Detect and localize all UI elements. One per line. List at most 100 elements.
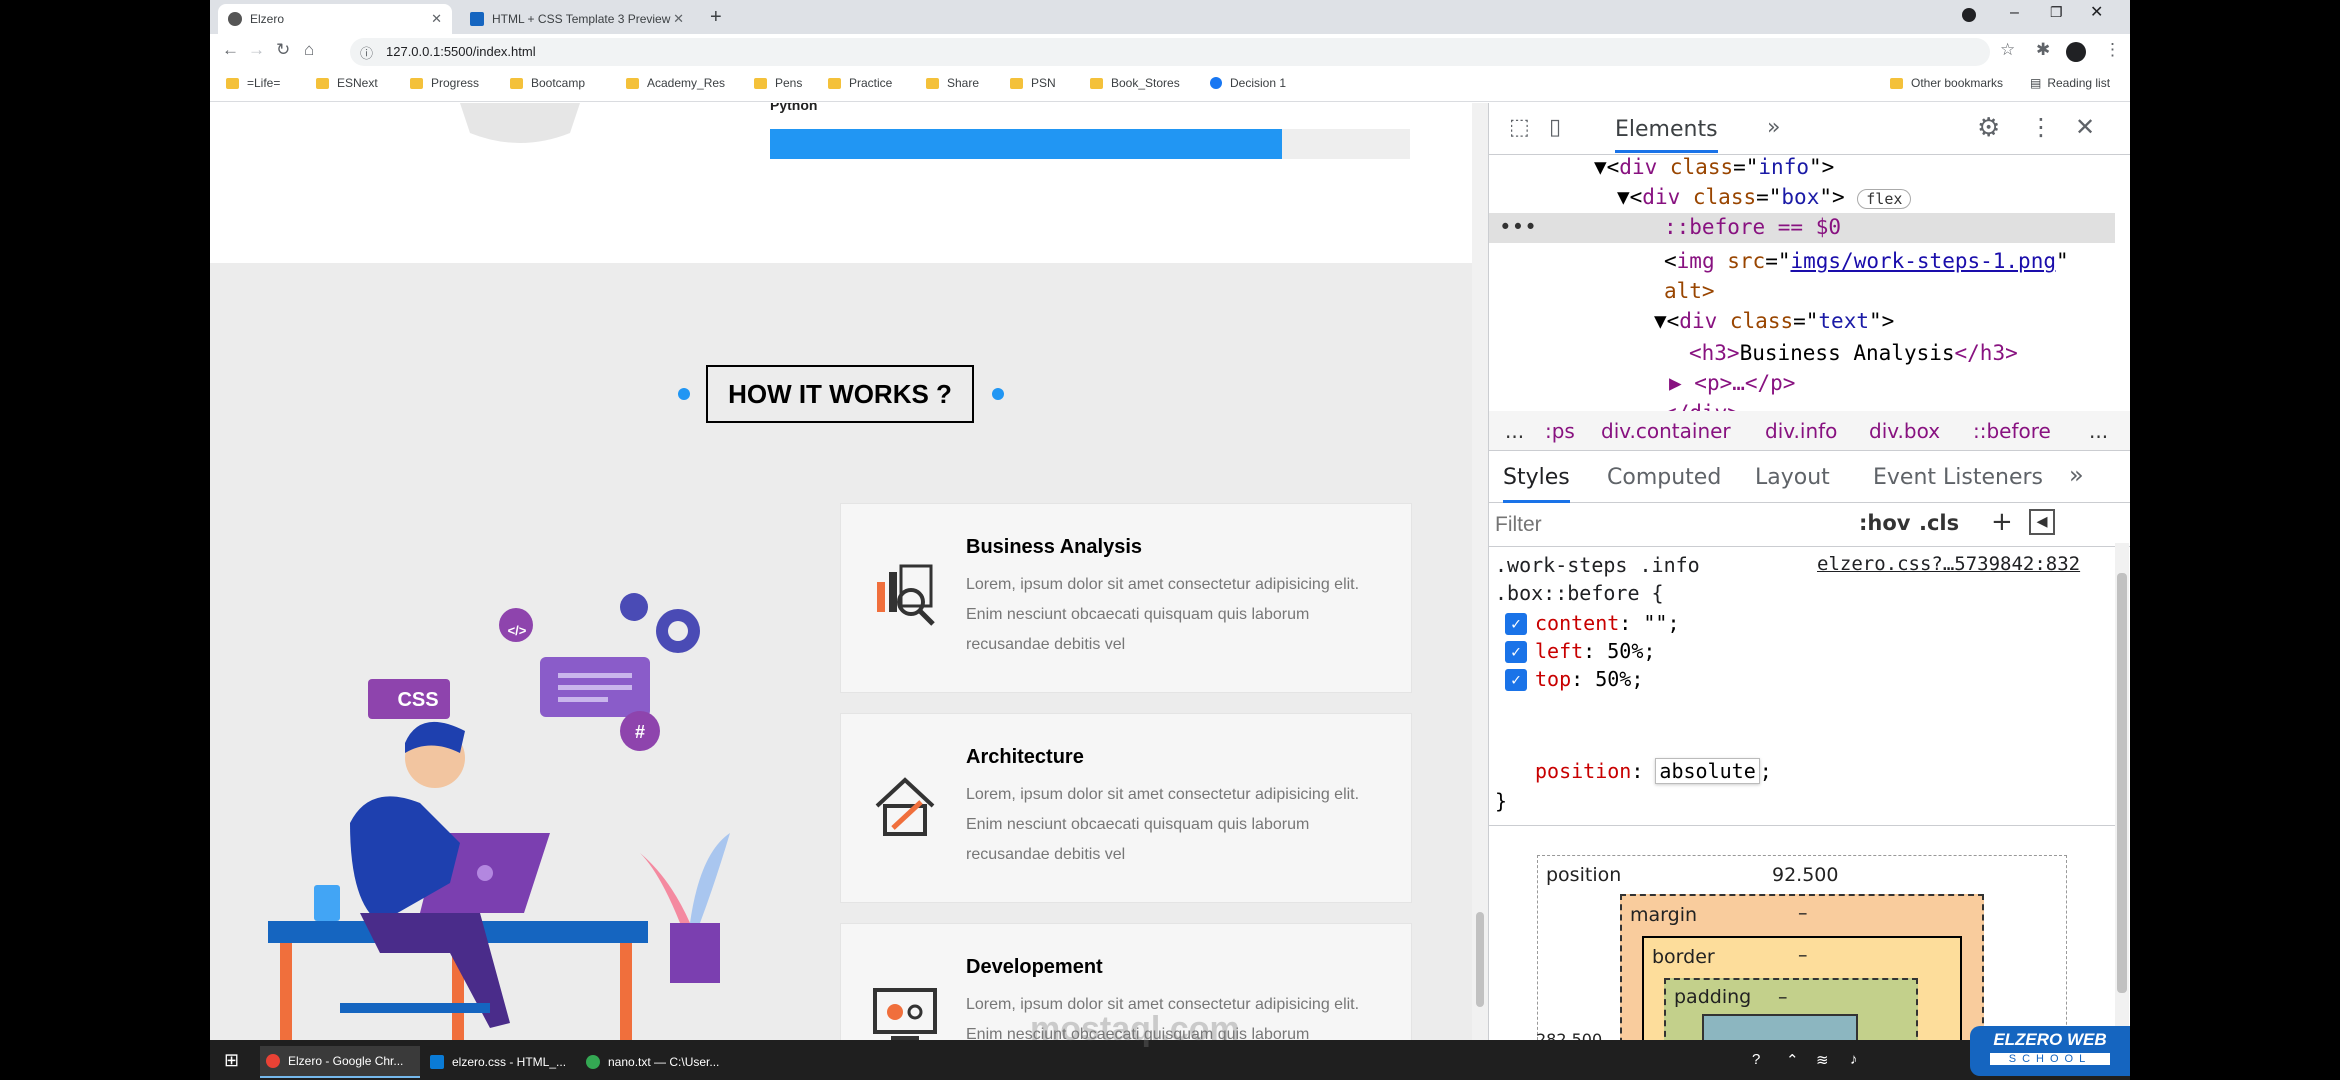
bookmark-bootcamp[interactable]: Bootcamp bbox=[510, 76, 585, 90]
dom-node-before[interactable]: ::before == $0 bbox=[1664, 215, 1841, 239]
dom-node-info[interactable]: ▼<div class="info"> bbox=[1594, 155, 1834, 179]
close-devtools-icon[interactable]: ✕ bbox=[2075, 113, 2095, 141]
page-scrollbar-thumb[interactable] bbox=[1476, 912, 1484, 1007]
close-tab-icon[interactable]: ✕ bbox=[431, 11, 442, 27]
address-bar[interactable]: 127.0.0.1:5500/index.html bbox=[350, 38, 1990, 66]
other-bookmarks[interactable]: Other bookmarks bbox=[1890, 76, 2003, 90]
breadcrumb-item[interactable]: div.box bbox=[1869, 419, 1940, 443]
bookmark-psn[interactable]: PSN bbox=[1010, 76, 1056, 90]
border-value[interactable]: – bbox=[1798, 944, 1808, 966]
devtools-menu-icon[interactable]: ⋮ bbox=[2029, 113, 2053, 141]
dom-node-box[interactable]: ▼<div class="box"> flex bbox=[1617, 185, 1912, 209]
rule-selector[interactable]: .work-steps .info bbox=[1495, 553, 1700, 577]
divider bbox=[1489, 825, 2115, 826]
new-rule-icon[interactable]: + bbox=[1991, 507, 2013, 537]
settings-icon[interactable]: ⚙ bbox=[1977, 113, 2000, 143]
position-value-editor[interactable]: absolute bbox=[1655, 758, 1760, 784]
page-scrollbar[interactable] bbox=[1472, 103, 1488, 1040]
rule-source-link[interactable]: elzero.css?…5739842:832 bbox=[1817, 553, 2080, 575]
breadcrumb-item[interactable]: div.info bbox=[1765, 419, 1837, 443]
site-info-icon[interactable]: ⓘ bbox=[360, 43, 373, 62]
hov-toggle[interactable]: :hov bbox=[1859, 511, 1910, 535]
more-tabs-icon[interactable]: » bbox=[1767, 115, 1780, 140]
terminal-icon bbox=[586, 1055, 600, 1069]
styles-filter-input[interactable] bbox=[1495, 509, 1825, 541]
architecture-icon bbox=[875, 777, 935, 836]
bookmark-academy-res[interactable]: Academy_Res bbox=[626, 76, 725, 90]
bookmark-progress[interactable]: Progress bbox=[410, 76, 479, 90]
star-icon[interactable]: ☆ bbox=[2000, 40, 2015, 60]
css-badge: CSS bbox=[397, 688, 439, 711]
tab-elements[interactable]: Elements bbox=[1615, 117, 1718, 153]
wifi-icon[interactable]: ≋ bbox=[1816, 1051, 1829, 1069]
dom-node-img[interactable]: <img src="imgs/work-steps-1.png" bbox=[1664, 249, 2069, 273]
margin-value[interactable]: – bbox=[1798, 902, 1808, 924]
rule-left[interactable]: left: 50%; bbox=[1535, 639, 1655, 663]
toggle-sidebar-icon[interactable]: ◂ bbox=[2029, 509, 2055, 535]
taskbar-chrome[interactable]: Elzero - Google Chr... bbox=[260, 1046, 420, 1078]
breadcrumb-item[interactable]: div.container bbox=[1601, 419, 1731, 443]
bookmark-book-stores[interactable]: Book_Stores bbox=[1090, 76, 1180, 90]
rule-position[interactable]: position: absolute; bbox=[1535, 758, 1772, 784]
rule-checkbox-left[interactable]: ✓ bbox=[1505, 641, 1527, 663]
reading-list-icon: ▤ bbox=[2030, 76, 2042, 90]
profile-icon[interactable] bbox=[1962, 8, 1976, 22]
tab-event-listeners[interactable]: Event Listeners bbox=[1873, 465, 2043, 490]
device-toggle-icon[interactable]: ▯ bbox=[1549, 115, 1561, 140]
breadcrumb-more[interactable]: ... bbox=[1505, 419, 1524, 443]
breadcrumb-more[interactable]: ... bbox=[2089, 419, 2108, 443]
taskbar-nano[interactable]: nano.txt — C:\User... bbox=[580, 1046, 740, 1078]
bookmark-practice[interactable]: Practice bbox=[828, 76, 892, 90]
styles-scrollbar-thumb[interactable] bbox=[2117, 573, 2127, 993]
tab-styles[interactable]: Styles bbox=[1503, 465, 1570, 503]
screen: Elzero ✕ HTML + CSS Template 3 Preview ✕… bbox=[210, 0, 2130, 1080]
forward-icon[interactable]: → bbox=[248, 40, 265, 60]
development-icon bbox=[873, 988, 937, 1040]
dom-node-h3[interactable]: <h3>Business Analysis</h3> bbox=[1689, 341, 2018, 365]
minimize-icon[interactable]: – bbox=[2010, 4, 2019, 22]
step-title: Business Analysis bbox=[966, 536, 1143, 558]
tab-computed[interactable]: Computed bbox=[1607, 465, 1721, 490]
tab-layout[interactable]: Layout bbox=[1755, 465, 1830, 490]
extensions-icon[interactable]: ✱ bbox=[2036, 40, 2050, 60]
reading-list[interactable]: ▤ Reading list bbox=[2030, 76, 2110, 90]
start-icon[interactable]: ⊞ bbox=[224, 1050, 239, 1071]
cls-toggle[interactable]: .cls bbox=[1919, 511, 1959, 535]
padding-value[interactable]: – bbox=[1778, 986, 1788, 1008]
new-tab-icon[interactable]: + bbox=[710, 6, 722, 29]
rule-selector-before[interactable]: .box::before { bbox=[1495, 581, 1664, 605]
restore-icon[interactable]: ❐ bbox=[2050, 4, 2063, 21]
bookmark-decision[interactable]: Decision 1 bbox=[1210, 76, 1286, 90]
box-model-border: border – padding – bbox=[1642, 936, 1962, 1058]
rule-checkbox-top[interactable]: ✓ bbox=[1505, 669, 1527, 691]
home-icon[interactable]: ⌂ bbox=[304, 40, 314, 60]
bookmark-pens[interactable]: Pens bbox=[754, 76, 802, 90]
rule-checkbox-content[interactable]: ✓ bbox=[1505, 613, 1527, 635]
back-icon[interactable]: ← bbox=[222, 40, 239, 60]
rule-content[interactable]: content: ""; bbox=[1535, 611, 1680, 635]
dom-node-text[interactable]: ▼<div class="text"> bbox=[1654, 309, 1894, 333]
bookmark-life[interactable]: =Life= bbox=[226, 76, 280, 90]
inspect-icon[interactable]: ⬚ bbox=[1509, 115, 1530, 140]
tab-template-preview[interactable]: HTML + CSS Template 3 Preview ✕ bbox=[460, 4, 694, 34]
dom-node-p[interactable]: ▶ <p>…</p> bbox=[1669, 371, 1795, 395]
taskbar-vscode[interactable]: elzero.css - HTML_... bbox=[424, 1046, 574, 1078]
breadcrumb-item[interactable]: ::before bbox=[1973, 419, 2051, 443]
node-more-icon[interactable]: ••• bbox=[1499, 215, 1537, 239]
tab-elzero[interactable]: Elzero ✕ bbox=[218, 4, 452, 34]
chevron-up-icon[interactable]: ⌃ bbox=[1786, 1051, 1799, 1069]
devtools-panel: ⬚ ▯ Elements » ⚙ ⋮ ✕ ▼<div class="info">… bbox=[1488, 103, 2130, 1058]
position-value[interactable]: 92.500 bbox=[1772, 864, 1838, 886]
rule-top[interactable]: top: 50%; bbox=[1535, 667, 1643, 691]
close-window-icon[interactable]: ✕ bbox=[2090, 2, 2103, 22]
menu-icon[interactable]: ⋮ bbox=[2104, 40, 2121, 60]
bookmark-esnext[interactable]: ESNext bbox=[316, 76, 378, 90]
avatar[interactable] bbox=[2066, 42, 2086, 62]
help-icon[interactable]: ? bbox=[1752, 1051, 1760, 1068]
more-style-tabs-icon[interactable]: » bbox=[2069, 461, 2084, 489]
breadcrumb-item[interactable]: :ps bbox=[1545, 419, 1575, 443]
reload-icon[interactable]: ↻ bbox=[276, 40, 290, 60]
bookmark-share[interactable]: Share bbox=[926, 76, 979, 90]
close-tab-icon[interactable]: ✕ bbox=[673, 11, 684, 27]
volume-icon[interactable]: ♪ bbox=[1850, 1051, 1858, 1068]
